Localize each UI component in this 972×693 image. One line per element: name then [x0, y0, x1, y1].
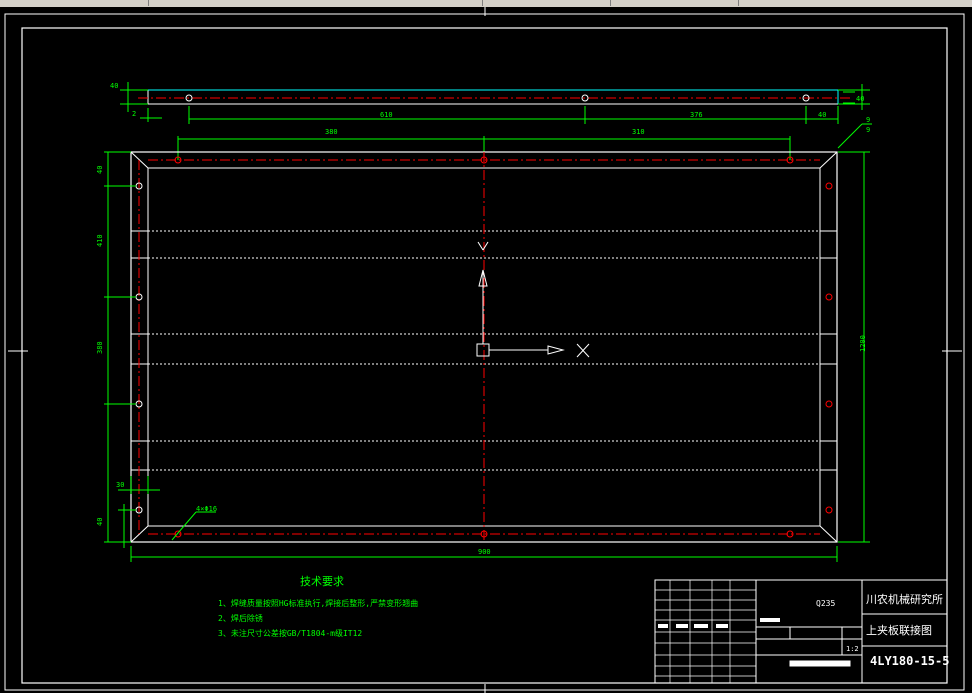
dim-right-total: 1200 [859, 335, 867, 352]
crosshair-ticks [8, 7, 962, 693]
company-name: 川农机械研究所 [866, 592, 943, 606]
technical-notes: 技术要求 1、焊缝质量按照HG标准执行,焊接后整形,严禁变形翘曲 2、焊后除锈 … [218, 575, 418, 638]
drawing-number: 4LY180-15-5 [870, 654, 949, 668]
notes-title: 技术要求 [300, 575, 344, 588]
dim-top-c: 376 [690, 111, 703, 119]
dim-left-1: 40 [96, 166, 104, 174]
dim-top-right: 40 [856, 95, 864, 103]
note-2: 2、焊后除锈 [218, 613, 263, 623]
dim-bottom-small: 30 [116, 481, 124, 489]
dim-top-d: 40 [818, 111, 826, 119]
part-name: 上夹板联接图 [866, 623, 932, 637]
outer-dimensions [104, 151, 870, 562]
side-view-dimensions [120, 82, 870, 122]
hole-callout: 4×Φ16 [196, 505, 217, 513]
axis-y-label: Y [480, 239, 481, 241]
note-1: 1、焊缝质量按照HG标准执行,焊接后整形,严禁变形翘曲 [218, 598, 418, 608]
cad-drawing[interactable]: 380 610 376 40 310 40 410 380 40 30 900 … [0, 0, 972, 693]
plate-view [130, 151, 838, 543]
dim-left-4: 40 [96, 518, 104, 526]
dim-bottom-total: 900 [478, 548, 491, 556]
dim-corner: 9 [866, 116, 870, 124]
dim-left-2: 410 [96, 234, 104, 247]
dim-top-e: 310 [632, 128, 645, 136]
axis-x-label: X [594, 355, 595, 357]
title-block-text: Q235 川农机械研究所 上夹板联接图 4LY180-15-5 1:2 [816, 592, 949, 668]
material-label: Q235 [816, 599, 835, 608]
note-3: 3、未注尺寸公差按GB/T1804-m级IT12 [218, 628, 362, 638]
side-view [138, 89, 850, 105]
dim-side-2: 2 [132, 110, 136, 118]
scale-value: 1:2 [846, 645, 859, 653]
ucs-icon [476, 241, 590, 358]
cad-viewport[interactable]: 380 610 376 40 310 40 410 380 40 30 900 … [0, 0, 972, 693]
dim-left-3: 380 [96, 341, 104, 354]
dim-corner-note: 9 [866, 126, 870, 134]
dim-side-1: 40 [110, 82, 118, 90]
dim-top-a: 380 [325, 128, 338, 136]
dim-top-b: 610 [380, 111, 393, 119]
